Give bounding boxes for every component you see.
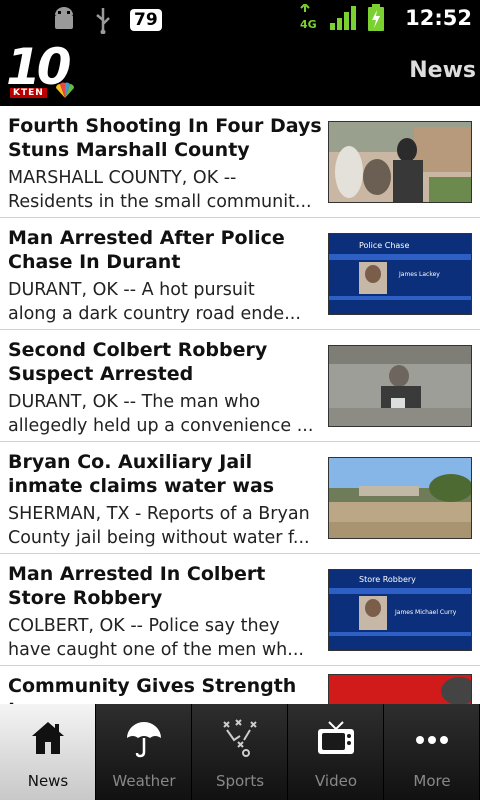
news-headline: Community Gives Strength to — [8, 675, 297, 704]
tab-news[interactable]: News — [0, 704, 96, 800]
svg-text:4G: 4G — [300, 18, 317, 31]
news-summary-line: DURANT, OK -- The man who — [8, 392, 261, 412]
news-summary: DURANT, OK -- The man who allegedly held… — [8, 390, 324, 438]
more-dots-icon — [416, 736, 448, 744]
battery-level-badge: 79 — [130, 9, 162, 31]
4g-network-icon: 4G — [300, 4, 317, 31]
home-icon — [32, 722, 64, 754]
news-summary: DURANT, OK -- A hot pursuit along a dark… — [8, 278, 324, 326]
peacock-icon — [56, 82, 74, 98]
thumb-caption: James Michael Curry — [394, 609, 457, 616]
news-summary-line: have caught one of the men wh... — [8, 640, 304, 660]
news-thumbnail — [328, 457, 472, 539]
news-summary: SHERMAN, TX - Reports of a Bryan County … — [8, 502, 324, 550]
news-summary-line: allegedly held up a convenience ... — [8, 416, 314, 436]
news-summary-line: along a dark country road ende... — [8, 304, 301, 324]
tab-weather[interactable]: Weather — [96, 704, 192, 800]
news-item[interactable]: Man Arrested After Police Chase In Duran… — [0, 218, 480, 330]
news-headline: Bryan Co. Auxiliary Jail inmate claims w… — [8, 451, 275, 497]
news-item[interactable]: Community Gives Strength to — [0, 666, 480, 704]
news-thumbnail: Police Chase James Lackey — [328, 233, 472, 315]
tab-video[interactable]: Video — [288, 704, 384, 800]
news-headline: Man Arrested After Police Chase In Duran… — [8, 227, 285, 273]
news-summary-line: COLBERT, OK -- Police say they — [8, 616, 280, 636]
thumb-caption: James Lackey — [398, 271, 440, 278]
bottom-tab-bar: News Weather Sports Video More — [0, 704, 480, 800]
news-headline: Man Arrested In Colbert Store Robbery — [8, 563, 266, 609]
news-summary-line: SHERMAN, TX - Reports of a Bryan — [8, 504, 310, 524]
news-headline: Second Colbert Robbery Suspect Arrested — [8, 339, 268, 385]
news-thumbnail — [328, 345, 472, 427]
news-item[interactable]: Bryan Co. Auxiliary Jail inmate claims w… — [0, 442, 480, 554]
news-summary-line: MARSHALL COUNTY, OK -- — [8, 168, 237, 188]
news-summary-line: DURANT, OK -- A hot pursuit — [8, 280, 255, 300]
news-item[interactable]: Fourth Shooting In Four Days Stuns Marsh… — [0, 106, 480, 218]
tab-label: Video — [314, 772, 358, 790]
logo-call-sign: KTEN — [10, 88, 47, 98]
news-summary: MARSHALL COUNTY, OK -- Residents in the … — [8, 166, 324, 214]
thumb-caption: Police Chase — [359, 241, 409, 250]
tab-sports[interactable]: Sports — [192, 704, 288, 800]
battery-charging-icon — [368, 4, 385, 31]
news-thumbnail: Store Robbery James Michael Curry — [328, 569, 472, 651]
news-list[interactable]: Fourth Shooting In Four Days Stuns Marsh… — [0, 106, 480, 704]
tab-more[interactable]: More — [384, 704, 480, 800]
tab-label: Weather — [112, 772, 176, 790]
signal-strength-icon — [330, 6, 357, 30]
news-summary: COLBERT, OK -- Police say they have caug… — [8, 614, 324, 662]
news-thumbnail — [328, 121, 472, 203]
news-headline: Fourth Shooting In Four Days Stuns Marsh… — [8, 115, 322, 161]
umbrella-icon — [127, 722, 161, 758]
status-time: 12:52 — [405, 6, 472, 30]
news-summary-line: Residents in the small communit... — [8, 192, 312, 212]
tab-label: Sports — [215, 772, 265, 790]
screen-title: News — [409, 58, 476, 83]
kten-logo: 10 KTEN — [6, 38, 78, 102]
tv-icon — [318, 721, 354, 754]
playbook-icon — [223, 719, 257, 757]
news-item[interactable]: Man Arrested In Colbert Store Robbery CO… — [0, 554, 480, 666]
tab-label: News — [27, 772, 69, 790]
thumb-caption: Store Robbery — [359, 575, 416, 584]
news-thumbnail — [328, 674, 472, 704]
app-header: 10 KTEN News — [0, 38, 480, 106]
tab-label: More — [413, 772, 451, 790]
usb-icon — [96, 8, 110, 34]
status-bar: 79 4G 12:52 — [0, 0, 480, 38]
android-debug-icon — [55, 7, 73, 29]
news-summary-line: County jail being without water f... — [8, 528, 310, 548]
news-item[interactable]: Second Colbert Robbery Suspect Arrested … — [0, 330, 480, 442]
